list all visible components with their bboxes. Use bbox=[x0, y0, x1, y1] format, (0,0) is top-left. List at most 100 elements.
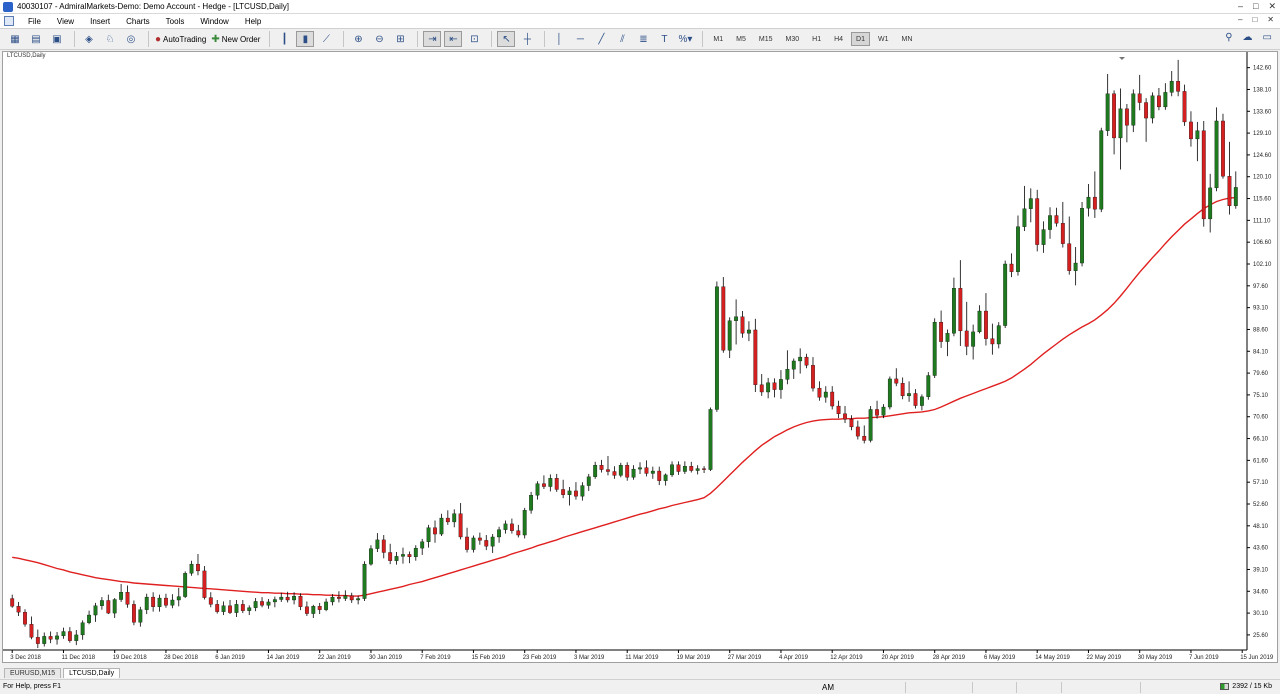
bearish-candle bbox=[477, 537, 482, 541]
timeframe-w1[interactable]: W1 bbox=[873, 32, 894, 46]
bullish-candle bbox=[952, 288, 956, 334]
menu-view[interactable]: View bbox=[49, 17, 82, 26]
menu-file[interactable]: File bbox=[20, 17, 49, 26]
autotrading-button[interactable]: ● AutoTrading bbox=[154, 31, 207, 47]
price-chart[interactable]: 142.60 138.10 133.60 129.10 124.60 120.10 115.… bbox=[3, 52, 1277, 662]
channel-icon[interactable]: ⫽ bbox=[613, 31, 631, 47]
tab-eurusd-m15[interactable]: EURUSD,M15 bbox=[4, 668, 62, 678]
price-tick-label: 75.10 bbox=[1253, 393, 1269, 399]
bullish-candle bbox=[292, 595, 296, 601]
price-tick-label: 70.60 bbox=[1253, 415, 1269, 421]
autotrading-label: AutoTrading bbox=[163, 34, 207, 44]
bearish-candle bbox=[1227, 176, 1232, 206]
connection-status[interactable]: 2392 / 15 Kb bbox=[1220, 683, 1272, 690]
strategy-tester-icon[interactable]: ◎ bbox=[122, 31, 140, 47]
timeframe-h4[interactable]: H4 bbox=[829, 32, 848, 46]
bullish-candle bbox=[1195, 130, 1200, 140]
bullish-candle bbox=[74, 634, 79, 641]
bullish-candle bbox=[1131, 93, 1136, 126]
bullish-candle bbox=[1214, 120, 1219, 189]
bullish-candle bbox=[548, 478, 553, 487]
bullish-candle bbox=[907, 393, 911, 397]
close-button[interactable]: ✕ bbox=[1268, 1, 1276, 12]
navigator-icon[interactable]: ◈ bbox=[80, 31, 98, 47]
bullish-candle bbox=[593, 465, 598, 477]
price-tick-label: 133.60 bbox=[1253, 109, 1272, 115]
timeframe-d1[interactable]: D1 bbox=[851, 32, 870, 46]
zoom-in-icon[interactable]: ⊕ bbox=[349, 31, 367, 47]
bullish-candle bbox=[87, 614, 91, 623]
chart-window[interactable]: 142.60 138.10 133.60 129.10 124.60 120.10 115.… bbox=[2, 51, 1278, 663]
maximize-button[interactable]: □ bbox=[1253, 1, 1258, 12]
document-icon[interactable] bbox=[4, 16, 14, 26]
crosshair-icon[interactable]: ┼ bbox=[518, 31, 536, 47]
bullish-candle bbox=[727, 320, 732, 351]
bullish-candle bbox=[1208, 187, 1213, 220]
tile-windows-icon[interactable]: ⊞ bbox=[391, 31, 409, 47]
minimize-button[interactable]: – bbox=[1238, 1, 1243, 12]
menu-insert[interactable]: Insert bbox=[82, 17, 118, 26]
bearish-candle bbox=[740, 316, 745, 334]
menu-tools[interactable]: Tools bbox=[158, 17, 193, 26]
timeframe-mn[interactable]: MN bbox=[897, 32, 918, 46]
new-order-button[interactable]: ✚ New Order bbox=[210, 31, 261, 47]
search-icon[interactable]: ⚲ bbox=[1225, 32, 1232, 43]
time-tick-label: 20 Apr 2019 bbox=[881, 655, 914, 661]
timeframe-m1[interactable]: M1 bbox=[708, 32, 728, 46]
bullish-candle bbox=[996, 325, 1001, 345]
line-chart-icon[interactable]: ⟋ bbox=[317, 31, 335, 47]
cursor-icon[interactable]: ↖ bbox=[497, 31, 516, 47]
autoscroll-icon[interactable]: ⇥ bbox=[423, 31, 442, 47]
timeframe-m15[interactable]: M15 bbox=[754, 32, 778, 46]
bullish-candle bbox=[119, 592, 124, 600]
child-restore-button[interactable]: □ bbox=[1252, 15, 1257, 24]
timeframe-m5[interactable]: M5 bbox=[731, 32, 751, 46]
bullish-candle bbox=[650, 470, 655, 474]
menu-window[interactable]: Window bbox=[192, 17, 236, 26]
fibonacci-icon[interactable]: ≣ bbox=[634, 31, 652, 47]
moving-average-line bbox=[12, 196, 1236, 597]
timeframe-h1[interactable]: H1 bbox=[807, 32, 826, 46]
child-minimize-button[interactable]: – bbox=[1238, 15, 1242, 24]
time-tick-label: 14 Jan 2019 bbox=[266, 655, 300, 661]
bearish-candle bbox=[1060, 223, 1065, 244]
bearish-candle bbox=[208, 597, 213, 605]
vertical-line-icon[interactable]: │ bbox=[550, 31, 568, 47]
bullish-candle bbox=[253, 601, 258, 608]
signals-icon[interactable]: ▭ bbox=[1263, 32, 1272, 43]
bearish-candle bbox=[817, 387, 822, 398]
bullish-candle bbox=[471, 537, 476, 550]
bearish-candle bbox=[260, 601, 264, 606]
price-tick-label: 52.60 bbox=[1253, 502, 1269, 508]
bullish-candle bbox=[1028, 198, 1033, 209]
zoom-out-icon[interactable]: ⊖ bbox=[370, 31, 388, 47]
shapes-dropdown-icon[interactable]: %▾ bbox=[676, 31, 694, 47]
profiles-icon[interactable]: ▤ bbox=[27, 31, 45, 47]
terminal-icon[interactable]: ♘ bbox=[101, 31, 119, 47]
bearish-candle bbox=[843, 413, 847, 420]
market-watch-icon[interactable]: ▣ bbox=[48, 31, 66, 47]
new-chart-icon[interactable]: ▦ bbox=[6, 31, 24, 47]
bar-chart-icon[interactable]: ┃ bbox=[275, 31, 293, 47]
bullish-candle bbox=[791, 360, 796, 370]
bearish-candle bbox=[67, 631, 72, 641]
menu-help[interactable]: Help bbox=[237, 17, 269, 26]
child-close-button[interactable]: ✕ bbox=[1267, 15, 1274, 24]
chart-shift-icon[interactable]: ⇤ bbox=[444, 31, 463, 47]
bullish-candle bbox=[1105, 93, 1110, 131]
indicators-icon[interactable]: ⊡ bbox=[465, 31, 483, 47]
horizontal-line-icon[interactable]: ─ bbox=[571, 31, 589, 47]
timeframe-m30[interactable]: M30 bbox=[781, 32, 805, 46]
bearish-candle bbox=[106, 600, 111, 614]
candlestick-chart-icon[interactable]: ▮ bbox=[296, 31, 315, 47]
bullish-candle bbox=[324, 601, 329, 610]
bearish-candle bbox=[48, 636, 53, 640]
bearish-candle bbox=[900, 383, 905, 397]
bearish-candle bbox=[721, 286, 726, 351]
trendline-icon[interactable]: ╱ bbox=[592, 31, 610, 47]
bullish-candle bbox=[663, 474, 668, 481]
menu-charts[interactable]: Charts bbox=[118, 17, 158, 26]
tab-ltcusd-daily[interactable]: LTCUSD,Daily bbox=[63, 668, 121, 678]
text-tool-icon[interactable]: T bbox=[655, 31, 673, 47]
chat-icon[interactable]: ☁ bbox=[1243, 32, 1253, 43]
